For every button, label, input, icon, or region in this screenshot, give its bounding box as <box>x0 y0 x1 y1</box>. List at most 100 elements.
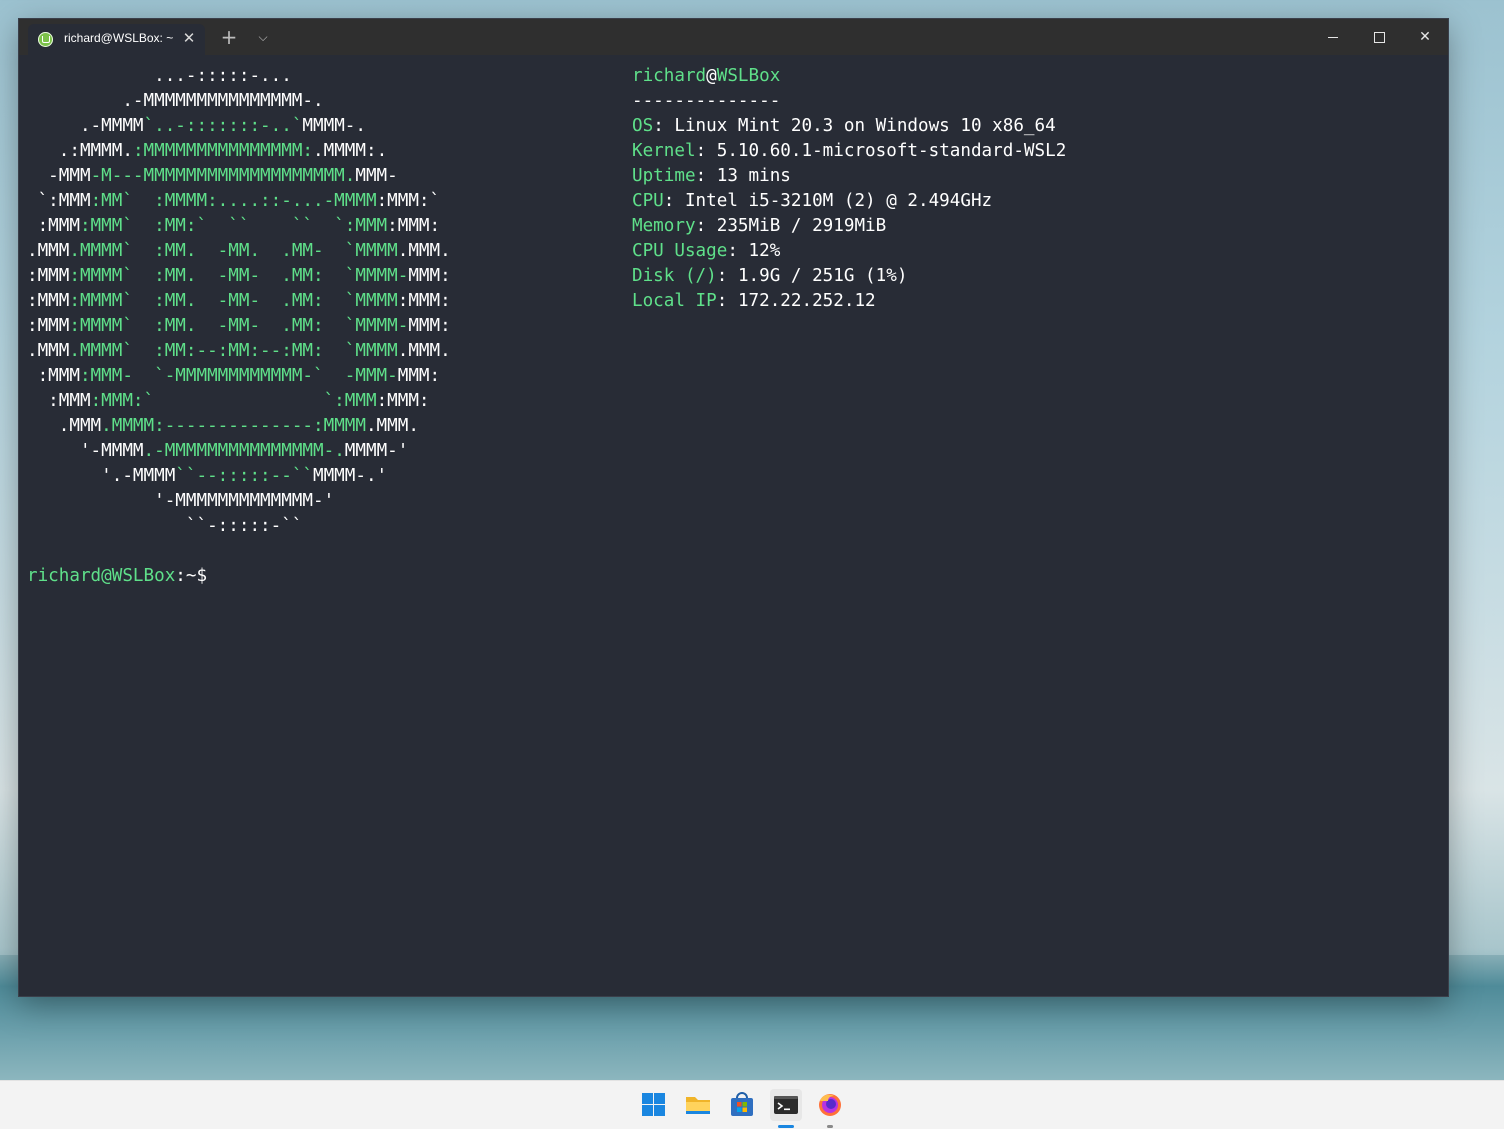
ascii-line: .MMM.MMMM` :MM:--:MM:--:MM: `MMMM.MMM. <box>27 341 451 361</box>
maximize-icon <box>1373 31 1385 43</box>
maximize-button[interactable] <box>1356 19 1402 55</box>
info-colon: : <box>716 266 738 286</box>
tab-title: richard@WSLBox: ~ <box>64 31 174 45</box>
close-button[interactable]: ✕ <box>1402 19 1448 55</box>
ascii-segment: :MMM: <box>387 216 441 236</box>
ascii-segment: :MMMMMMMMMMMMMMM: <box>132 141 314 161</box>
ascii-segment: '-MMMMMMMMMMMMM-' <box>27 491 335 511</box>
ascii-segment: .MMM. <box>365 416 419 436</box>
info-value: 12% <box>748 241 781 261</box>
ascii-segment: .MMM <box>27 241 70 261</box>
ascii-line: :MMM:MMMM` :MM. -MM- .MM: `MMMM:MMM: <box>27 291 451 311</box>
info-colon: : <box>727 241 749 261</box>
ascii-segment: :MMM <box>27 266 70 286</box>
ascii-segment: ``--:::::--`` <box>175 466 313 486</box>
ascii-line: .-MMMM`..-:::::::-..`MMMM-. <box>27 116 366 136</box>
info-colon: : <box>695 141 717 161</box>
ascii-line: :MMM:MMM:` `:MMM:MMM: <box>27 391 430 411</box>
ascii-segment: .MMMM:--------------:MMMM <box>101 416 366 436</box>
ascii-segment: :MMM:` <box>376 191 441 211</box>
microsoft-store-button[interactable] <box>726 1089 758 1121</box>
windows-terminal-button[interactable] <box>770 1089 802 1121</box>
ascii-line: '-MMMM.-MMMMMMMMMMMMMMM-.MMMM-' <box>27 441 408 461</box>
ascii-segment: :MMM <box>27 291 70 311</box>
ascii-line: :MMM:MMMM` :MM. -MM- .MM: `MMMM-MMM: <box>27 266 451 286</box>
terminal-icon <box>774 1096 798 1114</box>
info-value: Linux Mint 20.3 on Windows 10 x86_64 <box>674 116 1056 136</box>
ascii-segment: ``-:::::-`` <box>27 516 303 536</box>
ascii-line: .MMM.MMMM:--------------:MMMM.MMM. <box>27 416 419 436</box>
ascii-segment: MMMM-. <box>302 116 366 136</box>
new-tab-button[interactable]: + <box>218 26 240 48</box>
file-explorer-button[interactable] <box>682 1089 714 1121</box>
ascii-segment: :MMM:` `:MMM <box>90 391 377 411</box>
info-value: 1.9G / 251G (1%) <box>737 266 908 286</box>
linux-mint-icon <box>38 32 53 47</box>
ascii-line: -MMM-M---MMMMMMMMMMMMMMMMMMM.MMM- <box>27 166 398 186</box>
ascii-segment: -MMM <box>27 166 91 186</box>
info-value: 235MiB / 2919MiB <box>716 216 887 236</box>
ascii-segment: -M---MMMMMMMMMMMMMMMMMMM. <box>90 166 356 186</box>
firefox-icon <box>819 1094 841 1116</box>
ascii-segment: MMM: <box>408 266 451 286</box>
ascii-line: :MMM:MMM- `-MMMMMMMMMMMM-` -MMM-MMM: <box>27 366 441 386</box>
ascii-segment: .-MMMM <box>27 116 144 136</box>
folder-icon <box>686 1097 710 1114</box>
ascii-line: ...-:::::-... <box>27 66 292 86</box>
ascii-segment: :MMM <box>27 366 80 386</box>
ascii-segment: `:MMM <box>27 191 91 211</box>
info-colon: : <box>653 116 675 136</box>
terminal-window[interactable]: richard@WSLBox: ~ ✕ + ⌵ ✕ ...-:::::-... … <box>19 19 1448 996</box>
ascii-segment: MMM- <box>355 166 398 186</box>
ascii-segment: '-MMMM <box>27 441 144 461</box>
shell-prompt[interactable]: richard@WSLBox:~$ <box>27 564 207 589</box>
prompt-path: :~$ <box>175 566 208 586</box>
tab-terminal[interactable]: richard@WSLBox: ~ ✕ <box>28 24 205 55</box>
ascii-line: :MMM:MMMM` :MM. -MM- .MM: `MMMM-MMM: <box>27 316 451 336</box>
ascii-segment: :MMM <box>27 316 70 336</box>
minimize-icon <box>1328 36 1338 38</box>
ascii-segment: :MMMM` :MM. -MM- .MM: `MMMM <box>69 291 398 311</box>
ascii-segment: .MMMM:. <box>313 141 388 161</box>
minimize-button[interactable] <box>1310 19 1356 55</box>
tab-close-icon[interactable]: ✕ <box>181 28 197 48</box>
ascii-segment: :MMM <box>27 391 91 411</box>
ascii-segment: :MMM: <box>376 391 430 411</box>
ascii-line: `:MMM:MM` :MMMM:....::-...-MMMM:MMM:` <box>27 191 441 211</box>
neofetch-info: richard@WSLBox -------------- OS: Linux … <box>632 64 1066 314</box>
ascii-line: '.-MMMM``--:::::--``MMMM-.' <box>27 466 387 486</box>
info-colon: : <box>663 191 685 211</box>
info-at: @ <box>706 66 717 86</box>
info-key: CPU Usage <box>632 241 728 261</box>
ascii-segment: .MMM <box>27 416 102 436</box>
ascii-segment: :MMM <box>27 216 80 236</box>
title-bar[interactable]: richard@WSLBox: ~ ✕ + ⌵ ✕ <box>19 19 1448 55</box>
ascii-segment: :MMM: <box>397 291 451 311</box>
ascii-segment: .-MMMMMMMMMMMMMMM-. <box>143 441 345 461</box>
chevron-down-icon[interactable]: ⌵ <box>253 26 273 48</box>
firefox-button[interactable] <box>814 1089 846 1121</box>
start-button[interactable] <box>638 1089 670 1121</box>
info-value: 5.10.60.1-microsoft-standard-WSL2 <box>716 141 1067 161</box>
info-key: Kernel <box>632 141 696 161</box>
info-user: richard <box>632 66 707 86</box>
info-host: WSLBox <box>716 66 781 86</box>
prompt-user-host: richard@WSLBox <box>27 566 176 586</box>
ascii-segment: ...-:::::-... <box>27 66 292 86</box>
ascii-segment: :MMMM` :MM. -MM- .MM: `MMMM- <box>69 316 409 336</box>
ascii-segment: .MMM. <box>397 341 451 361</box>
ascii-segment: .-MMMMMMMMMMMMMMM-. <box>27 91 324 111</box>
info-key: Disk (/) <box>632 266 717 286</box>
info-key: Memory <box>632 216 696 236</box>
ascii-segment: MMMM-.' <box>313 466 388 486</box>
info-value: 172.22.252.12 <box>737 291 876 311</box>
info-value: 13 mins <box>716 166 791 186</box>
ascii-segment: :MMMM` :MM. -MM- .MM: `MMMM- <box>69 266 409 286</box>
info-key: Uptime <box>632 166 696 186</box>
info-value: Intel i5-3210M (2) @ 2.494GHz <box>684 191 993 211</box>
store-bag-icon <box>731 1092 753 1116</box>
taskbar <box>0 1080 1504 1129</box>
ascii-segment: .:MMMM. <box>27 141 133 161</box>
ascii-segment: .MMM. <box>397 241 451 261</box>
ascii-segment: '.-MMMM <box>27 466 176 486</box>
